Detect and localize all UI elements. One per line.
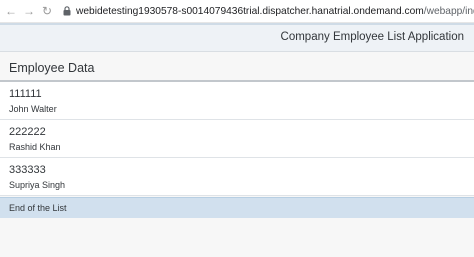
lock-icon (60, 0, 74, 22)
forward-arrow-icon[interactable]: → (20, 0, 38, 22)
employee-id: 111111 (9, 88, 42, 100)
list-title: Employee Data (9, 61, 95, 75)
app-title: Company Employee List Application (280, 31, 464, 43)
url-host: webidetesting1930578-s0014079436trial.di… (76, 5, 424, 17)
list-end-text: End of the List (9, 203, 67, 213)
reload-icon[interactable]: ↻ (38, 0, 56, 22)
employee-id: 222222 (9, 126, 46, 138)
list-end-indicator: End of the List (0, 197, 474, 218)
page-background (0, 218, 474, 257)
employee-name: Rashid Khan (9, 142, 61, 152)
app-header: Company Employee List Application (0, 23, 474, 52)
list-item[interactable]: 333333 Supriya Singh (0, 158, 474, 196)
header-accent-bar (0, 23, 474, 25)
browser-toolbar: ← → ↻ webidetesting1930578-s0014079436tr… (0, 0, 474, 23)
list-header: Employee Data (0, 52, 474, 82)
back-arrow-icon[interactable]: ← (2, 0, 20, 22)
employee-name: John Walter (9, 104, 57, 114)
employee-list: 111111 John Walter 222222 Rashid Khan 33… (0, 82, 474, 196)
list-item[interactable]: 222222 Rashid Khan (0, 120, 474, 158)
employee-name: Supriya Singh (9, 180, 66, 190)
list-item[interactable]: 111111 John Walter (0, 82, 474, 120)
url-path: /webapp/index.html?hc_or (423, 5, 474, 17)
employee-id: 333333 (9, 164, 46, 176)
address-bar[interactable]: webidetesting1930578-s0014079436trial.di… (76, 6, 474, 17)
